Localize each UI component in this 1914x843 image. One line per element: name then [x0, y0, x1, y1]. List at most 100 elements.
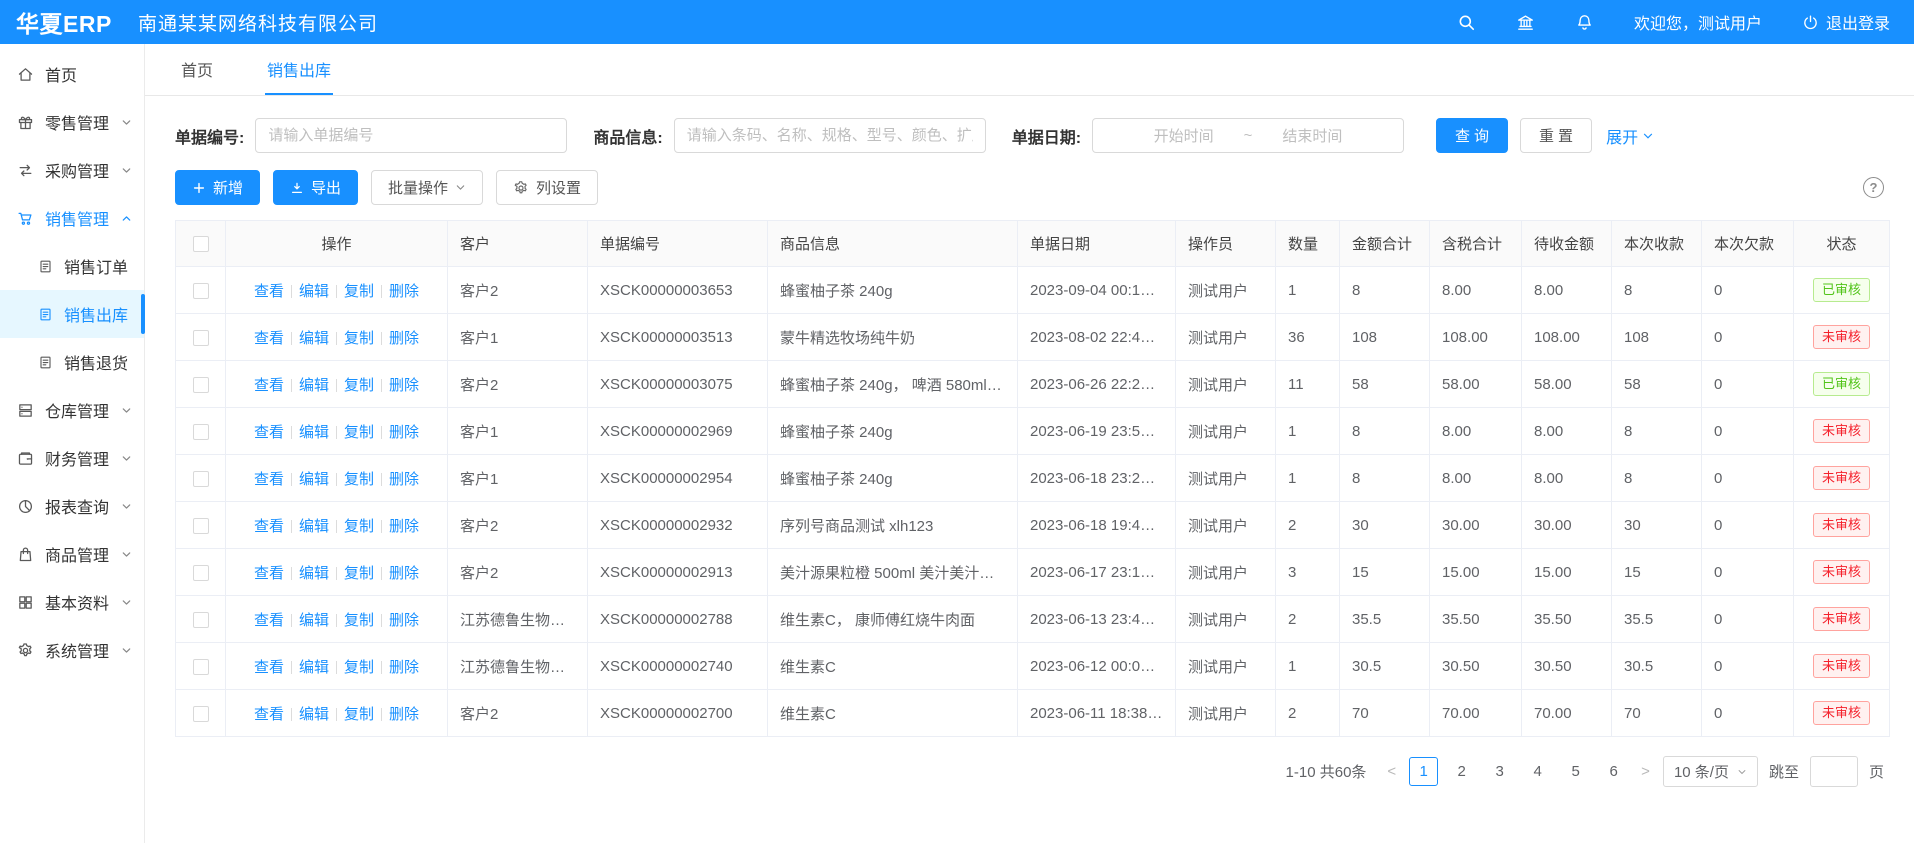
product-input[interactable]: [674, 118, 986, 153]
action-delete-link[interactable]: 删除: [389, 424, 419, 441]
cell-actions: 查看编辑复制删除: [226, 690, 448, 737]
action-edit-link[interactable]: 编辑: [299, 518, 329, 535]
action-edit-link[interactable]: 编辑: [299, 330, 329, 347]
cell-status: 未审核: [1794, 549, 1890, 596]
action-delete-link[interactable]: 删除: [389, 330, 419, 347]
sidebar-item-系统管理[interactable]: 系统管理: [0, 626, 144, 674]
action-copy-link[interactable]: 复制: [344, 659, 374, 676]
action-view-link[interactable]: 查看: [254, 424, 284, 441]
action-copy-link[interactable]: 复制: [344, 283, 374, 300]
cell-debt: 0: [1702, 361, 1794, 408]
action-delete-link[interactable]: 删除: [389, 471, 419, 488]
sidebar-item-销售出库[interactable]: 销售出库: [0, 290, 144, 338]
reset-button[interactable]: 重置: [1520, 118, 1592, 153]
sidebar-item-零售管理[interactable]: 零售管理: [0, 98, 144, 146]
action-delete-link[interactable]: 删除: [389, 659, 419, 676]
action-view-link[interactable]: 查看: [254, 471, 284, 488]
action-view-link[interactable]: 查看: [254, 659, 284, 676]
row-checkbox[interactable]: [193, 565, 209, 581]
sidebar-item-商品管理[interactable]: 商品管理: [0, 530, 144, 578]
action-edit-link[interactable]: 编辑: [299, 659, 329, 676]
action-delete-link[interactable]: 删除: [389, 565, 419, 582]
expand-link[interactable]: 展开: [1606, 124, 1654, 148]
action-delete-link[interactable]: 删除: [389, 283, 419, 300]
action-delete-link[interactable]: 删除: [389, 612, 419, 629]
purchase-icon: [17, 162, 34, 179]
action-view-link[interactable]: 查看: [254, 565, 284, 582]
action-copy-link[interactable]: 复制: [344, 706, 374, 723]
action-delete-link[interactable]: 删除: [389, 377, 419, 394]
tab-销售出库[interactable]: 销售出库: [265, 44, 333, 95]
action-edit-link[interactable]: 编辑: [299, 424, 329, 441]
column-settings-button[interactable]: 列设置: [496, 170, 598, 205]
bell-icon[interactable]: [1575, 13, 1594, 32]
export-button[interactable]: 导出: [273, 170, 358, 205]
page-button-6[interactable]: 6: [1599, 757, 1628, 786]
page-button-2[interactable]: 2: [1447, 757, 1476, 786]
action-edit-link[interactable]: 编辑: [299, 612, 329, 629]
sidebar-item-仓库管理[interactable]: 仓库管理: [0, 386, 144, 434]
logout-button[interactable]: 退出登录: [1802, 10, 1890, 34]
action-view-link[interactable]: 查看: [254, 330, 284, 347]
page-button-1[interactable]: 1: [1409, 757, 1438, 786]
bill-no-input[interactable]: [255, 118, 567, 153]
action-copy-link[interactable]: 复制: [344, 377, 374, 394]
action-copy-link[interactable]: 复制: [344, 471, 374, 488]
tab-首页[interactable]: 首页: [179, 44, 215, 95]
page-button-3[interactable]: 3: [1485, 757, 1514, 786]
action-edit-link[interactable]: 编辑: [299, 377, 329, 394]
row-checkbox[interactable]: [193, 330, 209, 346]
bank-icon[interactable]: [1516, 13, 1535, 32]
date-range-input[interactable]: 开始时间 ~ 结束时间: [1092, 118, 1404, 153]
column-header: 金额合计: [1340, 221, 1430, 267]
sidebar-item-采购管理[interactable]: 采购管理: [0, 146, 144, 194]
prev-page-button[interactable]: <: [1385, 763, 1398, 780]
action-copy-link[interactable]: 复制: [344, 424, 374, 441]
sidebar-item-报表查询[interactable]: 报表查询: [0, 482, 144, 530]
cell-debt: 0: [1702, 596, 1794, 643]
help-icon[interactable]: ?: [1863, 177, 1884, 198]
row-checkbox[interactable]: [193, 659, 209, 675]
sidebar-item-首页[interactable]: 首页: [0, 50, 144, 98]
batch-actions-button[interactable]: 批量操作: [371, 170, 483, 205]
action-view-link[interactable]: 查看: [254, 612, 284, 629]
action-divider: [381, 379, 382, 392]
sidebar-item-销售订单[interactable]: 销售订单: [0, 242, 144, 290]
row-checkbox[interactable]: [193, 471, 209, 487]
row-checkbox[interactable]: [193, 518, 209, 534]
add-button[interactable]: 新增: [175, 170, 260, 205]
action-view-link[interactable]: 查看: [254, 706, 284, 723]
select-all-checkbox[interactable]: [193, 236, 209, 252]
cell-date: 2023-09-04 00:18:39: [1018, 267, 1176, 314]
sidebar-item-财务管理[interactable]: 财务管理: [0, 434, 144, 482]
row-checkbox[interactable]: [193, 612, 209, 628]
action-copy-link[interactable]: 复制: [344, 330, 374, 347]
sidebar-item-基本资料[interactable]: 基本资料: [0, 578, 144, 626]
search-icon[interactable]: [1457, 13, 1476, 32]
row-checkbox[interactable]: [193, 706, 209, 722]
action-copy-link[interactable]: 复制: [344, 565, 374, 582]
action-view-link[interactable]: 查看: [254, 377, 284, 394]
action-copy-link[interactable]: 复制: [344, 612, 374, 629]
row-checkbox[interactable]: [193, 377, 209, 393]
page-button-5[interactable]: 5: [1561, 757, 1590, 786]
sidebar-item-销售退货[interactable]: 销售退货: [0, 338, 144, 386]
logout-icon: [1802, 14, 1819, 31]
action-edit-link[interactable]: 编辑: [299, 283, 329, 300]
row-checkbox[interactable]: [193, 283, 209, 299]
action-edit-link[interactable]: 编辑: [299, 565, 329, 582]
action-delete-link[interactable]: 删除: [389, 518, 419, 535]
page-size-select[interactable]: 10 条/页: [1663, 756, 1758, 787]
action-edit-link[interactable]: 编辑: [299, 471, 329, 488]
action-edit-link[interactable]: 编辑: [299, 706, 329, 723]
sidebar-item-销售管理[interactable]: 销售管理: [0, 194, 144, 242]
row-checkbox[interactable]: [193, 424, 209, 440]
next-page-button[interactable]: >: [1639, 763, 1652, 780]
action-view-link[interactable]: 查看: [254, 518, 284, 535]
action-delete-link[interactable]: 删除: [389, 706, 419, 723]
jump-page-input[interactable]: [1810, 756, 1858, 787]
action-view-link[interactable]: 查看: [254, 283, 284, 300]
search-button[interactable]: 查询: [1436, 118, 1508, 153]
action-copy-link[interactable]: 复制: [344, 518, 374, 535]
page-button-4[interactable]: 4: [1523, 757, 1552, 786]
